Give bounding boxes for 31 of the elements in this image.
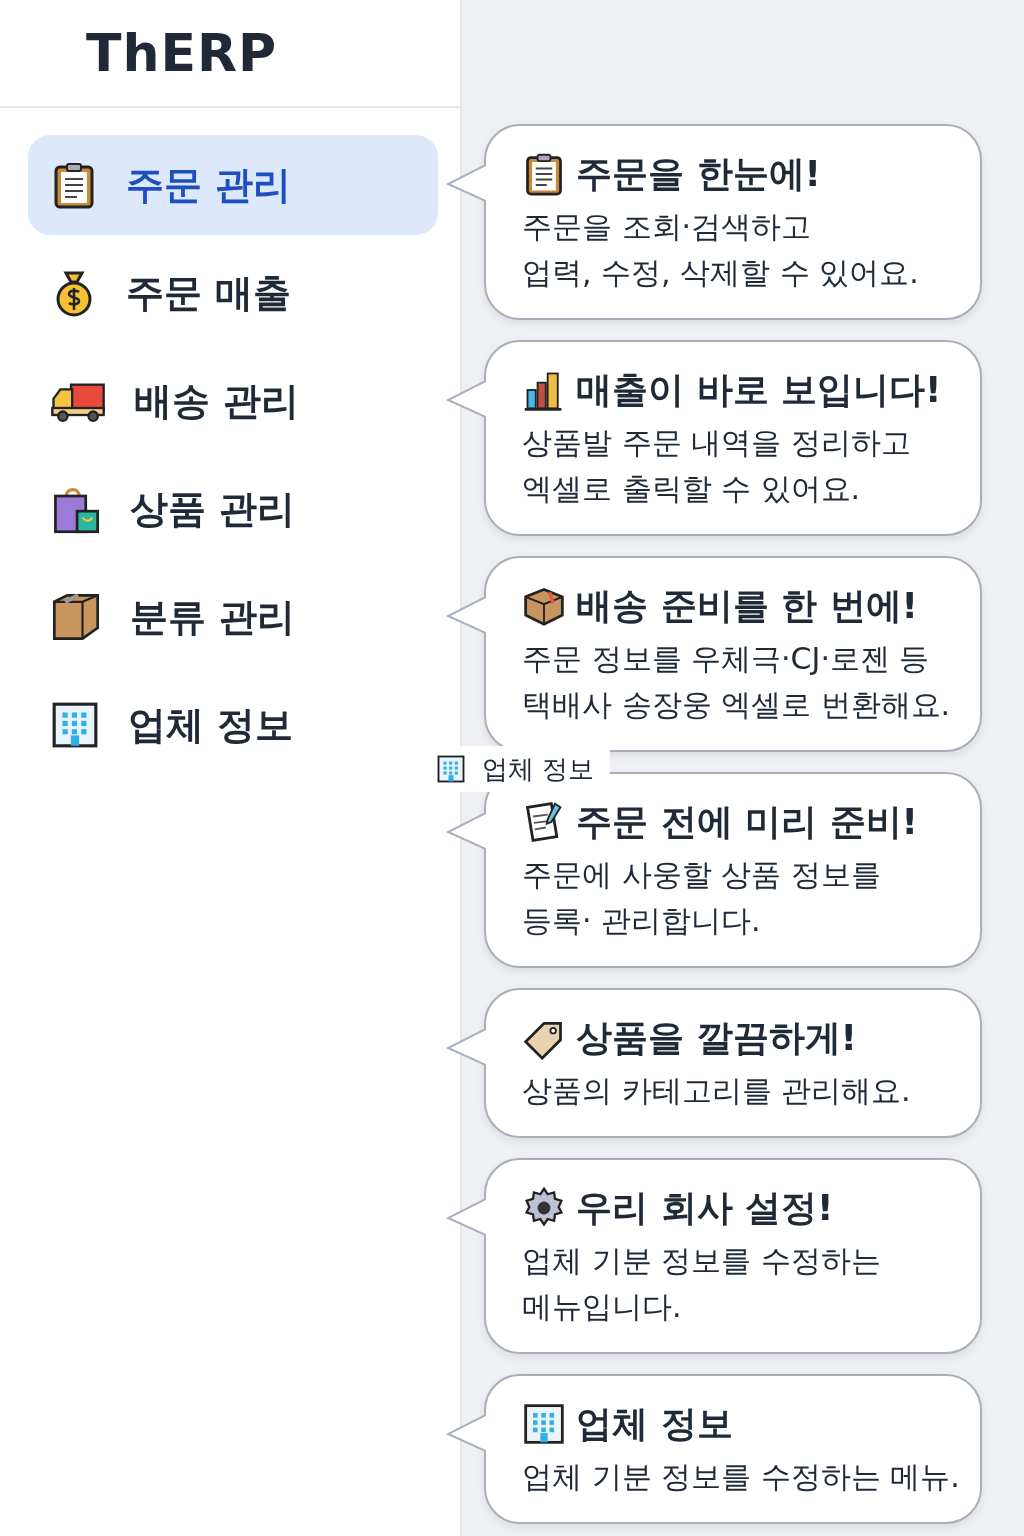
tooltip-description: 상품의 카테고리를 관리해요. — [522, 1072, 912, 1110]
tooltip-description: 주문에 사웅할 상품 정보를 — [522, 856, 882, 894]
sidebar-item[interactable]: 상품 관리 — [28, 459, 438, 559]
tooltip-title: 업체 정보 — [576, 1402, 733, 1446]
tooltip-description: 주문 정보를 우체극·CJ·로젠 등 — [522, 640, 931, 678]
building-icon — [522, 1402, 566, 1446]
tooltip-description: 택배사 송장웅 엑셀로 번환해요. — [522, 686, 952, 724]
tooltip-description: 주문을 조회·검색하고 — [522, 208, 813, 246]
tooltip-description: 업체 기분 정보를 수정하는 — [522, 1242, 882, 1280]
tooltip-description: 등록· 관리합니다. — [522, 902, 762, 940]
tooltip-title: 상품을 깔끔하게! — [576, 1016, 857, 1060]
tooltip-description: 상품발 주문 내역을 정리하고 — [522, 424, 912, 462]
tooltip-description: 엑셀로 출릭할 수 있어요. — [522, 470, 862, 508]
sidebar-item[interactable]: 주문 매출 — [28, 243, 438, 343]
building-icon — [50, 700, 100, 750]
tooltip-description: 메뉴입니다. — [522, 1288, 683, 1326]
sidebar-item[interactable]: 주문 관리 — [28, 135, 438, 235]
cardboard-box-icon — [50, 591, 102, 643]
sidebar-item[interactable]: 분류 관리 — [28, 567, 438, 667]
tooltip-title: 매출이 바로 보입니다! — [576, 368, 942, 412]
tooltip-description: 업체 기분 정보를 수정하는 메뉴. — [522, 1458, 960, 1496]
building-icon — [436, 754, 466, 784]
drag-preview-label: 업체 정보 — [482, 752, 595, 786]
tooltip-title: 주문을 한눈에! — [576, 152, 821, 196]
sidebar-item[interactable]: 업체 정보 — [28, 675, 438, 775]
tooltip-title: 배송 준비를 한 번에! — [576, 584, 919, 628]
app-logo: ThERP — [86, 23, 278, 83]
tooltip-title: 우리 회사 설정! — [576, 1186, 834, 1230]
tooltip-description: 업력, 수정, 삭제할 수 있어요. — [522, 254, 920, 292]
sidebar-item[interactable]: 배송 관리 — [28, 351, 438, 451]
tooltip-title: 주문 전에 미리 준비! — [576, 800, 919, 844]
